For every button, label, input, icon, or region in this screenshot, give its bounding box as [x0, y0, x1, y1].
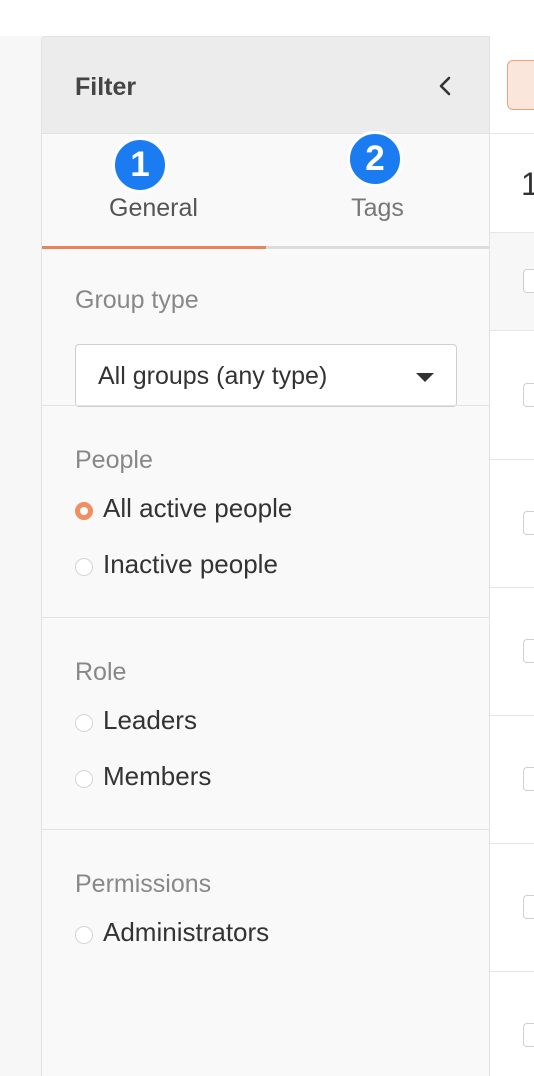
step-badge-2: 2 [347, 131, 403, 187]
row-checkbox[interactable] [523, 639, 534, 663]
radio-unchecked-icon [75, 714, 93, 732]
people-label: People [75, 446, 153, 474]
group-type-select[interactable]: All groups (any type) [75, 344, 457, 407]
action-button-partial[interactable] [507, 60, 534, 110]
row-checkbox[interactable] [523, 767, 534, 791]
filter-panel: Filter General Tags 1 2 Group type All g… [41, 36, 490, 1076]
radio-label: Inactive people [103, 549, 278, 579]
step-badge-1: 1 [112, 137, 168, 193]
chevron-left-icon [439, 76, 451, 96]
permissions-label: Permissions [75, 870, 212, 898]
divider [490, 971, 534, 972]
radio-label: All active people [103, 493, 293, 523]
radio-unchecked-icon [75, 926, 93, 944]
row-checkbox[interactable] [523, 1023, 534, 1047]
radio-label: Administrators [103, 917, 270, 947]
collapse-filter-button[interactable] [433, 71, 459, 101]
tab-general-label: General [109, 194, 198, 222]
results-panel: 1 [490, 36, 534, 1076]
role-section: Role Leaders Members [42, 617, 489, 829]
divider [490, 715, 534, 716]
divider [490, 459, 534, 460]
filter-tabs: General Tags 1 2 [42, 131, 489, 249]
divider [490, 843, 534, 844]
people-section: People All active people Inactive people [42, 405, 489, 617]
caret-down-icon [416, 373, 434, 382]
group-type-section: Group type All groups (any type) [42, 248, 489, 407]
top-bar [0, 0, 534, 36]
permissions-section: Permissions Administrators [42, 829, 489, 1076]
divider [490, 330, 534, 331]
filter-title: Filter [75, 73, 137, 101]
role-label: Role [75, 658, 127, 686]
filter-header: Filter [42, 37, 489, 134]
radio-unchecked-icon [75, 770, 93, 788]
row-checkbox[interactable] [523, 895, 534, 919]
tab-tags-label: Tags [351, 194, 404, 222]
results-count: 1 [521, 166, 534, 202]
group-type-label: Group type [75, 286, 199, 314]
radio-unchecked-icon [75, 558, 93, 576]
radio-label: Leaders [103, 705, 197, 735]
select-all-checkbox[interactable] [523, 269, 534, 293]
row-checkbox[interactable] [523, 511, 534, 535]
divider [490, 133, 534, 134]
app-root: Filter General Tags 1 2 Group type All g… [0, 0, 534, 1076]
divider [490, 587, 534, 588]
group-type-selected-value: All groups (any type) [98, 362, 328, 390]
divider [490, 232, 534, 233]
row-checkbox[interactable] [523, 383, 534, 407]
radio-checked-icon [75, 502, 93, 520]
radio-label: Members [103, 761, 212, 791]
